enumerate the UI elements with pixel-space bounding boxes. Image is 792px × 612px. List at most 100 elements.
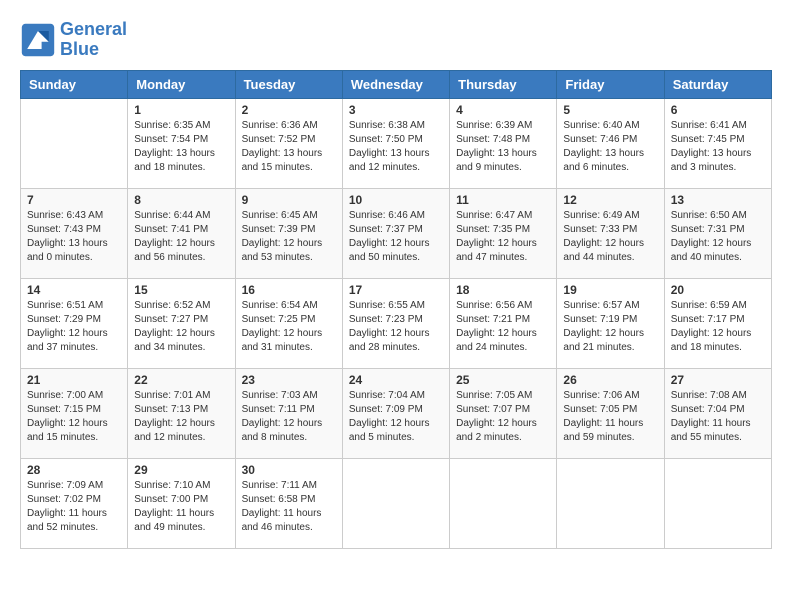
calendar-table: SundayMondayTuesdayWednesdayThursdayFrid… — [20, 70, 772, 549]
day-number: 16 — [242, 283, 336, 297]
day-number: 27 — [671, 373, 765, 387]
calendar-cell: 12 Sunrise: 6:49 AM Sunset: 7:33 PM Dayli… — [557, 188, 664, 278]
day-info: Sunrise: 6:35 AM Sunset: 7:54 PM Dayligh… — [134, 119, 228, 175]
day-info: Sunrise: 7:11 AM Sunset: 6:58 PM Dayligh… — [242, 479, 336, 535]
day-info: Sunrise: 7:08 AM Sunset: 7:04 PM Dayligh… — [671, 389, 765, 445]
calendar-day-header: Saturday — [664, 70, 771, 98]
day-number: 3 — [349, 103, 443, 117]
calendar-day-header: Friday — [557, 70, 664, 98]
calendar-cell: 5Sunrise: 6:40 AM Sunset: 7:46 PM Daylig… — [557, 98, 664, 188]
page-header: General Blue — [20, 20, 772, 60]
calendar-cell: 4 Sunrise: 6:39 AM Sunset: 7:48 PM Daylig… — [450, 98, 557, 188]
day-number: 7 — [27, 193, 121, 207]
day-number: 25 — [456, 373, 550, 387]
calendar-cell: 24 Sunrise: 7:04 AM Sunset: 7:09 PM Dayli… — [342, 368, 449, 458]
day-info: Sunrise: 6:59 AM Sunset: 7:17 PM Dayligh… — [671, 299, 765, 355]
day-info: Sunrise: 7:00 AM Sunset: 7:15 PM Dayligh… — [27, 389, 121, 445]
day-number: 15 — [134, 283, 228, 297]
calendar-day-header: Sunday — [21, 70, 128, 98]
calendar-day-header: Thursday — [450, 70, 557, 98]
calendar-week-row: 1 Sunrise: 6:35 AM Sunset: 7:54 PM Daylig… — [21, 98, 772, 188]
calendar-week-row: 21 Sunrise: 7:00 AM Sunset: 7:15 PM Dayli… — [21, 368, 772, 458]
calendar-day-header: Monday — [128, 70, 235, 98]
day-number: 11 — [456, 193, 550, 207]
day-number: 29 — [134, 463, 228, 477]
day-info: Sunrise: 7:10 AM Sunset: 7:00 PM Dayligh… — [134, 479, 228, 535]
day-info: Sunrise: 6:41 AM Sunset: 7:45 PM Dayligh… — [671, 119, 765, 175]
calendar-cell — [21, 98, 128, 188]
calendar-cell — [664, 458, 771, 548]
calendar-cell: 20Sunrise: 6:59 AM Sunset: 7:17 PM Dayli… — [664, 278, 771, 368]
calendar-cell: 6 Sunrise: 6:41 AM Sunset: 7:45 PM Daylig… — [664, 98, 771, 188]
calendar-cell — [450, 458, 557, 548]
calendar-cell — [557, 458, 664, 548]
day-number: 19 — [563, 283, 657, 297]
day-number: 17 — [349, 283, 443, 297]
day-info: Sunrise: 6:47 AM Sunset: 7:35 PM Dayligh… — [456, 209, 550, 265]
day-info: Sunrise: 6:43 AM Sunset: 7:43 PM Dayligh… — [27, 209, 121, 265]
day-info: Sunrise: 6:46 AM Sunset: 7:37 PM Dayligh… — [349, 209, 443, 265]
day-number: 23 — [242, 373, 336, 387]
calendar-cell: 22Sunrise: 7:01 AM Sunset: 7:13 PM Dayli… — [128, 368, 235, 458]
day-info: Sunrise: 6:49 AM Sunset: 7:33 PM Dayligh… — [563, 209, 657, 265]
day-info: Sunrise: 6:56 AM Sunset: 7:21 PM Dayligh… — [456, 299, 550, 355]
calendar-week-row: 14Sunrise: 6:51 AM Sunset: 7:29 PM Dayli… — [21, 278, 772, 368]
calendar-cell: 29 Sunrise: 7:10 AM Sunset: 7:00 PM Dayli… — [128, 458, 235, 548]
day-number: 1 — [134, 103, 228, 117]
day-info: Sunrise: 6:54 AM Sunset: 7:25 PM Dayligh… — [242, 299, 336, 355]
day-number: 4 — [456, 103, 550, 117]
day-info: Sunrise: 6:38 AM Sunset: 7:50 PM Dayligh… — [349, 119, 443, 175]
calendar-cell: 28 Sunrise: 7:09 AM Sunset: 7:02 PM Dayli… — [21, 458, 128, 548]
calendar-cell: 7 Sunrise: 6:43 AM Sunset: 7:43 PM Daylig… — [21, 188, 128, 278]
calendar-cell: 8 Sunrise: 6:44 AM Sunset: 7:41 PM Daylig… — [128, 188, 235, 278]
calendar-cell: 17 Sunrise: 6:55 AM Sunset: 7:23 PM Dayli… — [342, 278, 449, 368]
logo-icon — [20, 22, 56, 58]
day-info: Sunrise: 7:09 AM Sunset: 7:02 PM Dayligh… — [27, 479, 121, 535]
calendar-cell: 25 Sunrise: 7:05 AM Sunset: 7:07 PM Dayli… — [450, 368, 557, 458]
day-info: Sunrise: 7:01 AM Sunset: 7:13 PM Dayligh… — [134, 389, 228, 445]
calendar-cell — [342, 458, 449, 548]
day-number: 12 — [563, 193, 657, 207]
day-number: 2 — [242, 103, 336, 117]
calendar-day-header: Tuesday — [235, 70, 342, 98]
day-info: Sunrise: 6:36 AM Sunset: 7:52 PM Dayligh… — [242, 119, 336, 175]
calendar-cell: 15 Sunrise: 6:52 AM Sunset: 7:27 PM Dayli… — [128, 278, 235, 368]
day-number: 8 — [134, 193, 228, 207]
day-info: Sunrise: 6:39 AM Sunset: 7:48 PM Dayligh… — [456, 119, 550, 175]
calendar-cell: 27 Sunrise: 7:08 AM Sunset: 7:04 PM Dayli… — [664, 368, 771, 458]
day-info: Sunrise: 7:03 AM Sunset: 7:11 PM Dayligh… — [242, 389, 336, 445]
day-number: 6 — [671, 103, 765, 117]
day-number: 30 — [242, 463, 336, 477]
calendar-cell: 30 Sunrise: 7:11 AM Sunset: 6:58 PM Dayli… — [235, 458, 342, 548]
logo-text: General Blue — [60, 20, 127, 60]
calendar-cell: 3 Sunrise: 6:38 AM Sunset: 7:50 PM Daylig… — [342, 98, 449, 188]
day-info: Sunrise: 7:06 AM Sunset: 7:05 PM Dayligh… — [563, 389, 657, 445]
day-info: Sunrise: 7:05 AM Sunset: 7:07 PM Dayligh… — [456, 389, 550, 445]
calendar-cell: 1 Sunrise: 6:35 AM Sunset: 7:54 PM Daylig… — [128, 98, 235, 188]
calendar-cell: 11 Sunrise: 6:47 AM Sunset: 7:35 PM Dayli… — [450, 188, 557, 278]
calendar-cell: 2 Sunrise: 6:36 AM Sunset: 7:52 PM Daylig… — [235, 98, 342, 188]
calendar-cell: 13Sunrise: 6:50 AM Sunset: 7:31 PM Dayli… — [664, 188, 771, 278]
calendar-week-row: 28 Sunrise: 7:09 AM Sunset: 7:02 PM Dayli… — [21, 458, 772, 548]
day-number: 10 — [349, 193, 443, 207]
day-info: Sunrise: 7:04 AM Sunset: 7:09 PM Dayligh… — [349, 389, 443, 445]
calendar-cell: 19 Sunrise: 6:57 AM Sunset: 7:19 PM Dayli… — [557, 278, 664, 368]
day-info: Sunrise: 6:57 AM Sunset: 7:19 PM Dayligh… — [563, 299, 657, 355]
calendar-cell: 23 Sunrise: 7:03 AM Sunset: 7:11 PM Dayli… — [235, 368, 342, 458]
calendar-cell: 16 Sunrise: 6:54 AM Sunset: 7:25 PM Dayli… — [235, 278, 342, 368]
day-number: 21 — [27, 373, 121, 387]
day-number: 26 — [563, 373, 657, 387]
day-number: 24 — [349, 373, 443, 387]
day-number: 14 — [27, 283, 121, 297]
calendar-week-row: 7 Sunrise: 6:43 AM Sunset: 7:43 PM Daylig… — [21, 188, 772, 278]
day-number: 13 — [671, 193, 765, 207]
day-info: Sunrise: 6:55 AM Sunset: 7:23 PM Dayligh… — [349, 299, 443, 355]
day-info: Sunrise: 6:44 AM Sunset: 7:41 PM Dayligh… — [134, 209, 228, 265]
day-info: Sunrise: 6:52 AM Sunset: 7:27 PM Dayligh… — [134, 299, 228, 355]
day-number: 28 — [27, 463, 121, 477]
calendar-cell: 10 Sunrise: 6:46 AM Sunset: 7:37 PM Dayli… — [342, 188, 449, 278]
day-number: 18 — [456, 283, 550, 297]
calendar-cell: 21 Sunrise: 7:00 AM Sunset: 7:15 PM Dayli… — [21, 368, 128, 458]
calendar-cell: 26 Sunrise: 7:06 AM Sunset: 7:05 PM Dayli… — [557, 368, 664, 458]
calendar-cell: 18 Sunrise: 6:56 AM Sunset: 7:21 PM Dayli… — [450, 278, 557, 368]
